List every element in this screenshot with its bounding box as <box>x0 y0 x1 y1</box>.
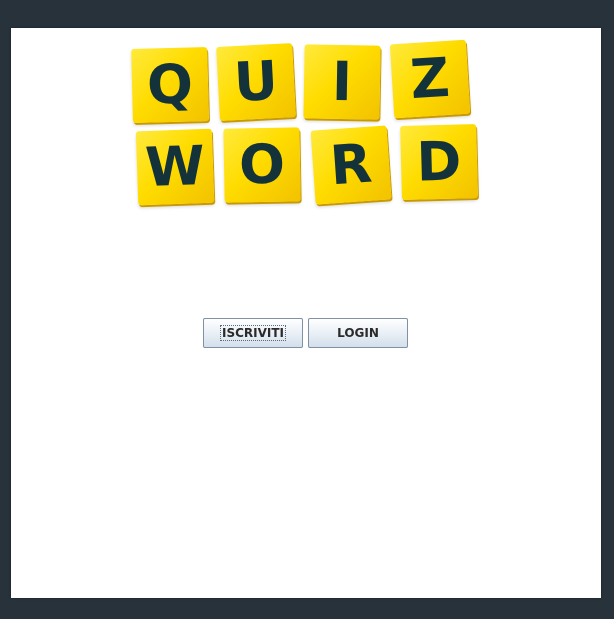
logo-letter: W <box>144 133 206 200</box>
logo-tile-q: Q <box>131 47 209 123</box>
logo-letter: O <box>238 132 286 197</box>
logo-letter: R <box>328 131 374 198</box>
logo-letter: U <box>232 48 280 115</box>
quizword-logo: Q U I Z W O R D <box>0 0 614 220</box>
logo-tile-i: I <box>303 44 381 120</box>
logo-tile-u: U <box>216 43 296 121</box>
signup-button-label: ISCRIVITI <box>219 325 287 341</box>
logo-tile-d: D <box>400 124 478 200</box>
logo-letter: I <box>331 49 353 114</box>
logo-letter: D <box>415 129 463 194</box>
login-button[interactable]: LOGIN <box>308 318 408 348</box>
logo-tile-r: R <box>310 125 392 205</box>
logo-letter: Z <box>408 45 452 112</box>
logo-tile-o: O <box>223 127 301 203</box>
logo-letter: Q <box>146 52 194 117</box>
logo-tile-z: Z <box>389 39 471 119</box>
signup-button[interactable]: ISCRIVITI <box>203 318 303 348</box>
login-button-label: LOGIN <box>337 326 379 340</box>
logo-tile-w: W <box>135 128 215 206</box>
